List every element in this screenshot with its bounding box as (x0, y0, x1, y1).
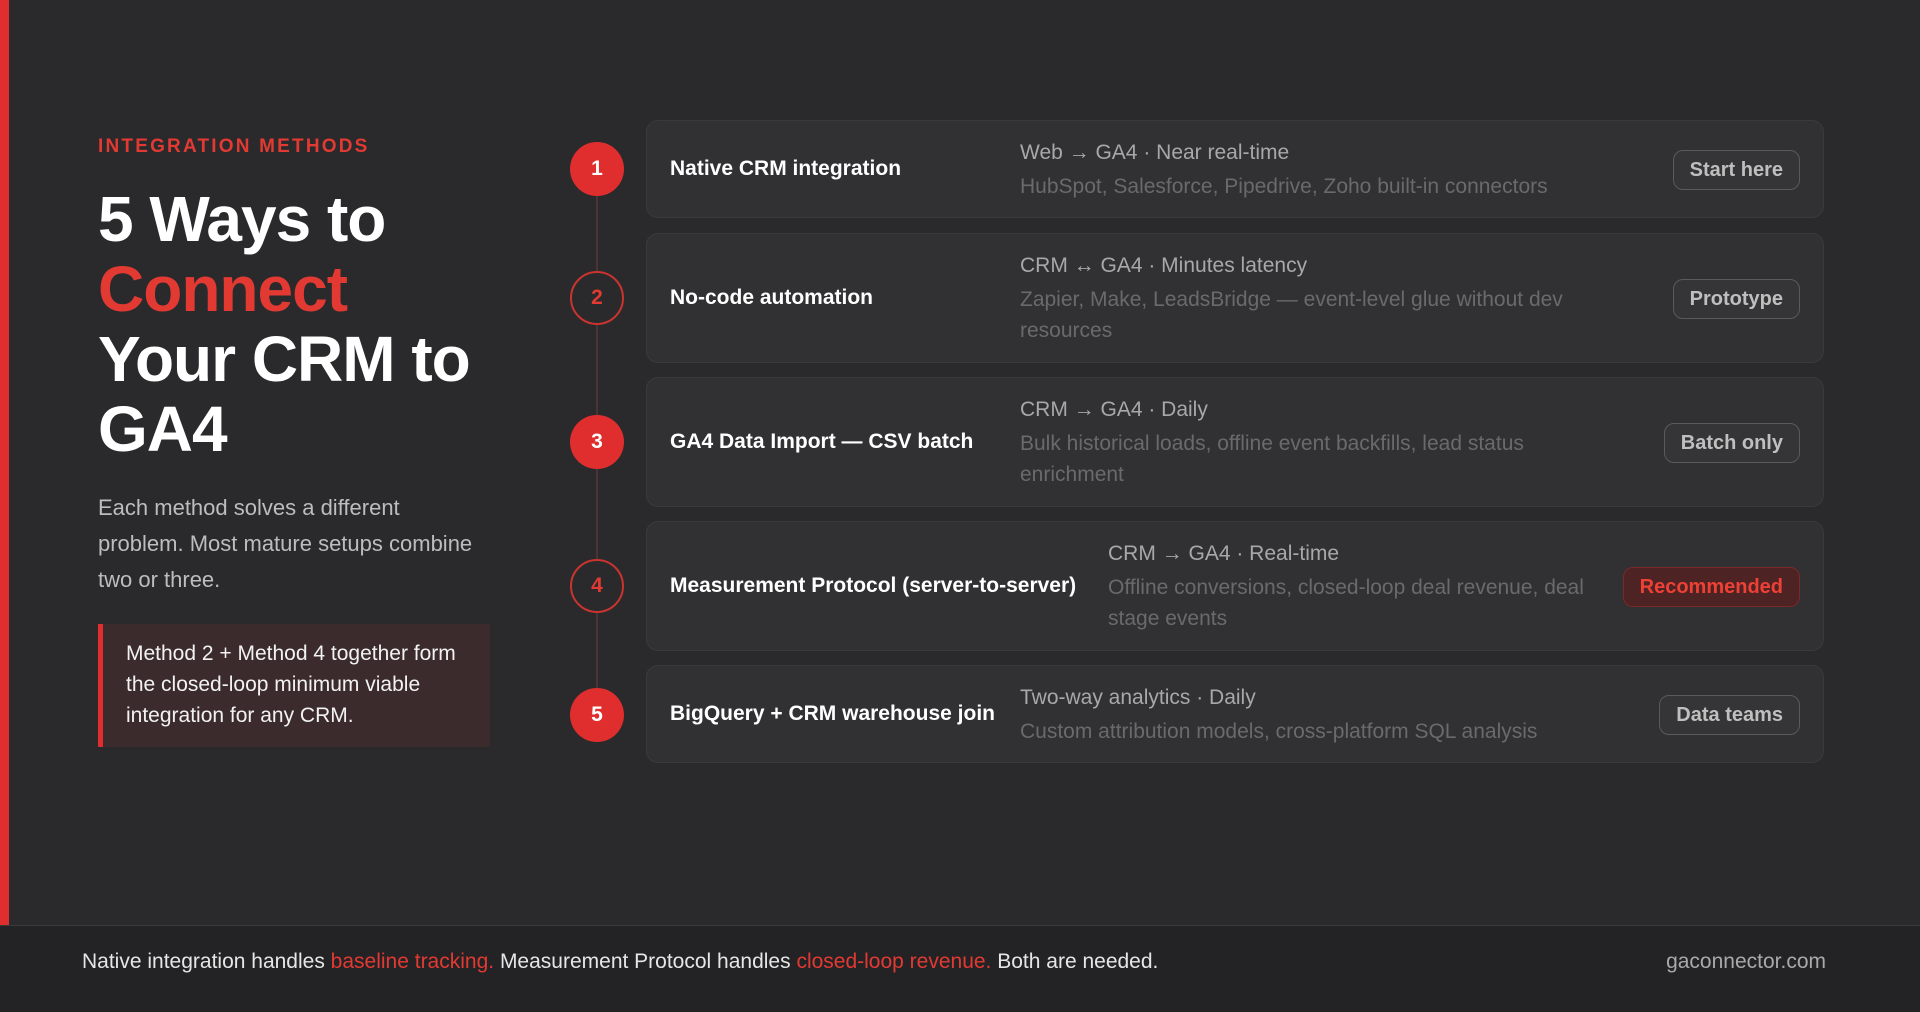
footer-text-part-2: Measurement Protocol handles (494, 950, 797, 973)
step-5-marker: 5 (570, 688, 624, 742)
step-2-marker: 2 (570, 271, 624, 325)
method-description: Offline conversions, closed-loop deal re… (1108, 576, 1584, 630)
footer-domain: gaconnector.com (1666, 950, 1826, 973)
tag-data-teams: Data teams (1659, 695, 1800, 735)
method-card-1: Native CRM integration Web → GA4 · Near … (646, 120, 1824, 218)
method-description: HubSpot, Salesforce, Pipedrive, Zoho bui… (1020, 175, 1548, 198)
hero-description: Each method solves a different problem. … (98, 495, 473, 592)
hero-section: INTEGRATION METHODS 5 Ways to Connect Yo… (98, 136, 518, 747)
title-line-4: GA4 (98, 393, 228, 465)
method-card-4: Measurement Protocol (server-to-server) … (646, 521, 1824, 651)
method-description: Zapier, Make, LeadsBridge — event-level … (1020, 288, 1563, 342)
method-meta: Two-way analytics · Daily (1020, 686, 1256, 709)
tag-batch-only: Batch only (1663, 423, 1800, 463)
method-title: Native CRM integration (670, 157, 902, 180)
title-line-3: Your CRM to (98, 323, 471, 395)
step-3-marker: 3 (570, 415, 624, 469)
method-meta: CRM → GA4 · Real-time (1108, 542, 1340, 565)
method-meta: CRM → GA4 · Daily (1020, 398, 1208, 421)
tag-start-here: Start here (1672, 150, 1800, 190)
method-description: Bulk historical loads, offline event bac… (1020, 432, 1524, 486)
title-line-2: Connect (98, 253, 348, 325)
footer-text-part-1: Native integration handles (82, 950, 331, 973)
method-meta: Web → GA4 · Near real-time (1020, 141, 1290, 164)
footer: Native integration handles baseline trac… (0, 926, 1920, 1012)
tag-recommended: Recommended (1622, 567, 1800, 607)
method-card-2: No-code automation CRM ↔ GA4 · Minutes l… (646, 233, 1824, 363)
step-1-marker: 1 (570, 142, 624, 196)
page-title: 5 Ways to Connect Your CRM to GA4 (98, 184, 518, 464)
method-title: Measurement Protocol (server-to-server) (670, 574, 1077, 597)
left-accent-bar (0, 0, 9, 925)
title-line-1: 5 Ways to (98, 183, 386, 255)
tag-prototype: Prototype (1672, 279, 1800, 319)
method-title: BigQuery + CRM warehouse join (670, 702, 995, 725)
footer-highlight-revenue: closed-loop revenue. (796, 950, 992, 973)
method-title: GA4 Data Import — CSV batch (670, 430, 974, 453)
footer-highlight-baseline: baseline tracking. (330, 950, 495, 973)
method-title: No-code automation (670, 286, 873, 309)
callout-note: Method 2 + Method 4 together form the cl… (98, 624, 490, 747)
method-description: Custom attribution models, cross-platfor… (1020, 720, 1538, 743)
method-card-3: GA4 Data Import — CSV batch CRM → GA4 · … (646, 377, 1824, 507)
step-4-marker: 4 (570, 559, 624, 613)
method-card-5: BigQuery + CRM warehouse join Two-way an… (646, 665, 1824, 763)
footer-text-part-3: Both are needed. (991, 950, 1159, 973)
method-meta: CRM ↔ GA4 · Minutes latency (1020, 254, 1308, 277)
footer-summary: Native integration handles baseline trac… (82, 950, 1158, 974)
eyebrow-label: INTEGRATION METHODS (98, 136, 370, 157)
